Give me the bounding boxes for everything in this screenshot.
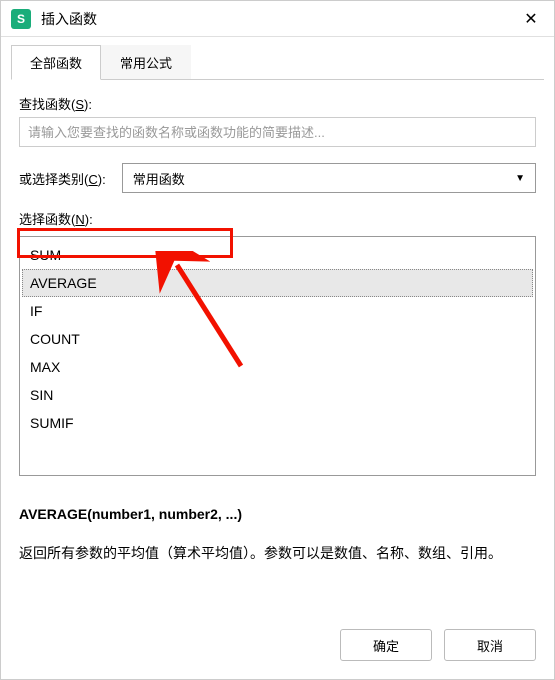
select-function-label: 选择函数(N):	[19, 209, 536, 228]
insert-function-dialog: S 插入函数 ✕ 全部函数 常用公式 查找函数(S): 或选择类别(C): 常用…	[0, 0, 555, 680]
app-icon-letter: S	[17, 12, 25, 26]
cancel-button[interactable]: 取消	[444, 629, 536, 661]
list-item[interactable]: SIN	[22, 381, 533, 409]
function-description: 返回所有参数的平均值（算术平均值）。参数可以是数值、名称、数组、引用。	[19, 540, 536, 567]
list-item[interactable]: AVERAGE	[22, 269, 533, 297]
category-selected-value: 常用函数	[133, 169, 185, 188]
dialog-body: 查找函数(S): 或选择类别(C): 常用函数 ▼ 选择函数(N): SUMAV…	[1, 80, 554, 613]
list-item[interactable]: IF	[22, 297, 533, 325]
description-section: AVERAGE(number1, number2, ...) 返回所有参数的平均…	[19, 506, 536, 567]
tab-all-functions[interactable]: 全部函数	[11, 45, 101, 80]
search-label: 查找函数(S):	[19, 94, 536, 113]
dialog-footer: 确定 取消	[1, 613, 554, 679]
list-item[interactable]: MAX	[22, 353, 533, 381]
search-input[interactable]	[19, 117, 536, 147]
tab-common-formulas[interactable]: 常用公式	[101, 45, 191, 80]
category-label: 或选择类别(C):	[19, 169, 106, 188]
chevron-down-icon: ▼	[515, 173, 525, 184]
list-item[interactable]: SUMIF	[22, 409, 533, 437]
list-item[interactable]: COUNT	[22, 325, 533, 353]
close-icon: ✕	[524, 9, 537, 29]
category-row: 或选择类别(C): 常用函数 ▼	[19, 163, 536, 193]
dialog-title: 插入函数	[41, 9, 516, 29]
titlebar: S 插入函数 ✕	[1, 1, 554, 37]
tab-bar: 全部函数 常用公式	[11, 45, 544, 80]
category-select[interactable]: 常用函数 ▼	[122, 163, 536, 193]
list-item[interactable]: SUM	[22, 241, 533, 269]
ok-button[interactable]: 确定	[340, 629, 432, 661]
app-icon: S	[11, 9, 31, 29]
close-button[interactable]: ✕	[516, 4, 546, 34]
function-signature: AVERAGE(number1, number2, ...)	[19, 506, 536, 522]
function-list[interactable]: SUMAVERAGEIFCOUNTMAXSINSUMIF	[19, 236, 536, 476]
